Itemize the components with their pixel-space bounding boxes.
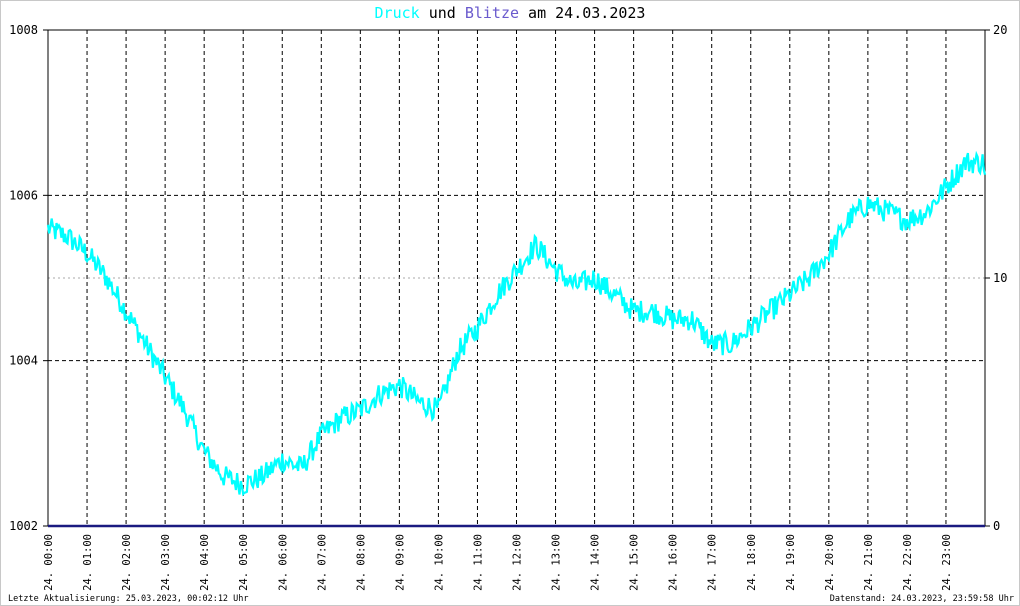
x-tick-label: 24. 17:00	[707, 534, 719, 591]
x-tick-label: 24. 00:00	[43, 534, 55, 591]
x-tick-label: 24. 16:00	[668, 534, 680, 591]
x-tick-label: 24. 01:00	[82, 534, 94, 591]
y-left-tick-label: 1008	[9, 23, 38, 37]
x-tick-label: 24. 12:00	[512, 534, 524, 591]
x-tick-label: 24. 09:00	[394, 534, 406, 591]
y-left-tick-label: 1002	[9, 519, 38, 533]
x-tick-label: 24. 19:00	[785, 534, 797, 591]
y-right-tick-label: 10	[993, 271, 1007, 285]
x-tick-label: 24. 18:00	[746, 534, 758, 591]
x-tick-label: 24. 22:00	[902, 534, 914, 591]
chart-svg: 1002 1004 1006 1008 0 10 20 24. 00:00 24. 01:00 2…	[9, 23, 1007, 591]
x-tick-label: 24. 03:00	[160, 534, 172, 591]
x-tick-label: 24. 05:00	[238, 534, 250, 591]
x-tick-label: 24. 13:00	[551, 534, 563, 591]
x-tick-label: 24. 08:00	[355, 534, 367, 591]
x-tick-label: 24. 07:00	[316, 534, 328, 591]
x-tick-label: 24. 04:00	[199, 534, 211, 591]
y-left-tick-label: 1006	[9, 188, 38, 202]
x-tick-label: 24. 15:00	[629, 534, 641, 591]
y-right-tick-label: 0	[993, 519, 1000, 533]
x-tick-label: 24. 14:00	[590, 534, 602, 591]
y-right-tick-label: 20	[993, 23, 1007, 37]
y-left-tick-label: 1004	[9, 354, 38, 368]
x-tick-label: 24. 02:00	[121, 534, 133, 591]
footer-data-status: Datenstand: 24.03.2023, 23:59:58 Uhr	[829, 594, 1014, 604]
x-tick-label: 24. 23:00	[941, 534, 953, 591]
footer-last-update: Letzte Aktualisierung: 25.03.2023, 00:02…	[8, 594, 249, 604]
x-tick-label: 24. 21:00	[863, 534, 875, 591]
x-tick-label: 24. 10:00	[433, 534, 445, 591]
x-tick-label: 24. 20:00	[824, 534, 836, 591]
x-tick-label: 24. 06:00	[277, 534, 289, 591]
x-tick-label: 24. 11:00	[472, 534, 484, 591]
